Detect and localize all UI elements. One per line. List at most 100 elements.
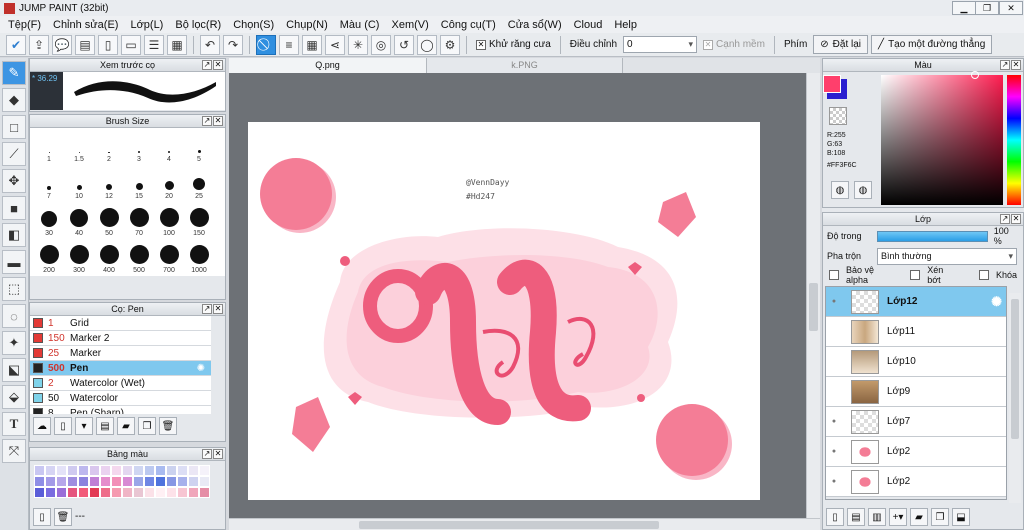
gradient-tool-icon[interactable]: ▬ xyxy=(2,250,26,274)
grid-settings-icon[interactable]: ▦ xyxy=(167,34,187,55)
brush-size-cell[interactable]: 1.5 xyxy=(64,128,94,165)
close-icon[interactable]: ✕ xyxy=(1011,214,1021,224)
palette-swatch[interactable] xyxy=(122,487,133,498)
palette-swatch[interactable] xyxy=(199,476,210,487)
menu-tools[interactable]: Công cụ(T) xyxy=(435,19,502,31)
trash-icon[interactable]: 🗑 xyxy=(54,508,72,526)
palette-swatch[interactable] xyxy=(45,465,56,476)
tab-k-png[interactable]: k.PNG xyxy=(427,58,623,73)
layer-row[interactable]: ● Lớp2 xyxy=(826,467,1006,497)
new-layer-icon[interactable]: ▯ xyxy=(826,508,844,526)
palette-swatch[interactable] xyxy=(144,476,155,487)
layer-add-menu-icon[interactable]: +▾ xyxy=(889,508,907,526)
layer-row[interactable]: Lớp9 xyxy=(826,377,1006,407)
menu-cloud[interactable]: Cloud xyxy=(568,19,609,31)
float-icon[interactable]: ↗ xyxy=(1000,214,1010,224)
move-tool-icon[interactable]: ✥ xyxy=(2,169,26,193)
menu-color[interactable]: Màu (C) xyxy=(334,19,386,31)
bucket-tool-icon[interactable]: ◧ xyxy=(2,223,26,247)
layer-row[interactable]: Lớp11 xyxy=(826,317,1006,347)
palette-swatch[interactable] xyxy=(199,487,210,498)
duplicate-layer-icon[interactable]: ❐ xyxy=(931,508,949,526)
saturation-value-picker[interactable] xyxy=(881,75,1003,205)
palette-swatch[interactable] xyxy=(89,465,100,476)
palette-swatch[interactable] xyxy=(67,465,78,476)
brush-list-item[interactable]: 8 Pen (Sharp) xyxy=(30,406,211,414)
curve-icon[interactable]: ↺ xyxy=(394,34,414,55)
vertical-scrollbar[interactable] xyxy=(806,73,820,518)
palette-swatch[interactable] xyxy=(155,476,166,487)
antialias-checkbox[interactable]: ✕ xyxy=(476,39,486,50)
palette-swatch[interactable] xyxy=(78,476,89,487)
brush-settings-icon[interactable]: ▤ xyxy=(96,417,114,435)
brush-size-cell[interactable]: 20 xyxy=(154,165,184,202)
brush-size-cell[interactable]: 7 xyxy=(34,165,64,202)
palette-swatch[interactable] xyxy=(111,476,122,487)
transparent-swatch[interactable] xyxy=(829,107,847,125)
menu-filter[interactable]: Bộ lọc(R) xyxy=(169,19,227,31)
menu-view[interactable]: Xem(V) xyxy=(385,19,434,31)
brush-size-cell[interactable]: 3 xyxy=(124,128,154,165)
brush-size-cell[interactable]: 150 xyxy=(184,202,214,239)
new-layer-8bit-icon[interactable]: ▤ xyxy=(847,508,865,526)
protect-alpha-checkbox[interactable] xyxy=(829,270,839,280)
float-icon[interactable]: ↗ xyxy=(202,116,212,126)
brush-size-cell[interactable]: 40 xyxy=(64,202,94,239)
parallel-lines-icon[interactable]: ≡ xyxy=(279,34,299,55)
menu-capture[interactable]: Chụp(N) xyxy=(280,19,334,31)
palette-swatch[interactable] xyxy=(89,487,100,498)
menu-select[interactable]: Chọn(S) xyxy=(227,19,280,31)
brush-type-icon[interactable]: ▾ xyxy=(75,417,93,435)
soft-edge-checkbox[interactable]: ✕ xyxy=(703,39,714,50)
close-icon[interactable]: ✕ xyxy=(213,60,223,70)
menu-edit[interactable]: Chỉnh sửa(E) xyxy=(47,19,124,31)
message-icon[interactable]: ▤ xyxy=(75,34,95,55)
cloud-brush-icon[interactable]: ☁ xyxy=(33,417,51,435)
check-icon[interactable]: ✔ xyxy=(6,34,26,55)
shape-tool-icon[interactable]: □ xyxy=(2,115,26,139)
palette-swatch[interactable] xyxy=(144,465,155,476)
list-icon[interactable]: ☰ xyxy=(144,34,164,55)
palette-swatch[interactable] xyxy=(133,487,144,498)
new-layer-1bit-icon[interactable]: ▥ xyxy=(868,508,886,526)
layer-row[interactable]: Lớp10 xyxy=(826,347,1006,377)
menu-file[interactable]: Tệp(F) xyxy=(2,19,47,31)
palette-swatch[interactable] xyxy=(34,465,45,476)
adjust-dropdown[interactable]: 0 xyxy=(623,36,698,53)
tab-q-png[interactable]: Q.png xyxy=(229,58,427,73)
brush-size-cell[interactable]: 300 xyxy=(64,239,94,276)
foreground-color-swatch[interactable] xyxy=(823,75,841,93)
palette-swatch[interactable] xyxy=(56,487,67,498)
brush-size-cell[interactable]: 30 xyxy=(34,202,64,239)
layer-row[interactable]: ● Lớp12 ✺ xyxy=(826,287,1006,317)
merge-layer-icon[interactable]: ⬓ xyxy=(952,508,970,526)
palette-swatch[interactable] xyxy=(56,476,67,487)
palette-swatch[interactable] xyxy=(100,487,111,498)
palette-swatch[interactable] xyxy=(177,487,188,498)
brush-size-cell[interactable]: 70 xyxy=(124,202,154,239)
color-picker-icon[interactable]: ◍ xyxy=(854,181,872,199)
palette-swatch[interactable] xyxy=(100,465,111,476)
grid-snap-icon[interactable]: ▦ xyxy=(302,34,322,55)
drawing-canvas[interactable]: @VennDayy #Hd247 xyxy=(248,122,760,500)
snap-settings-icon[interactable]: ⚙ xyxy=(440,34,460,55)
float-icon[interactable]: ↗ xyxy=(1000,60,1010,70)
magic-wand-icon[interactable]: ✦ xyxy=(2,331,26,355)
straight-line-button[interactable]: ╱ Tạo một đường thẳng xyxy=(871,35,993,54)
palette-swatch[interactable] xyxy=(122,476,133,487)
palette-swatch[interactable] xyxy=(133,465,144,476)
brush-list-item[interactable]: 2 Watercolor (Wet) xyxy=(30,376,211,391)
palette-swatch[interactable] xyxy=(199,465,210,476)
undo-icon[interactable]: ↶ xyxy=(200,34,220,55)
brush-size-cell[interactable]: 700 xyxy=(154,239,184,276)
brush-size-cell[interactable]: 12 xyxy=(94,165,124,202)
rect-select-icon[interactable]: ⬚ xyxy=(2,277,26,301)
brush-size-cell[interactable]: 15 xyxy=(124,165,154,202)
ellipse-icon[interactable]: ◯ xyxy=(417,34,437,55)
brush-size-cell[interactable]: 1000 xyxy=(184,239,214,276)
soft-edge-toggle[interactable]: ✕ Cạnh mềm xyxy=(703,39,765,50)
perspective-icon[interactable]: ⋖ xyxy=(325,34,345,55)
palette-swatch[interactable] xyxy=(155,465,166,476)
scroll-thumb[interactable] xyxy=(1011,299,1019,439)
close-button[interactable]: ✕ xyxy=(999,1,1023,15)
